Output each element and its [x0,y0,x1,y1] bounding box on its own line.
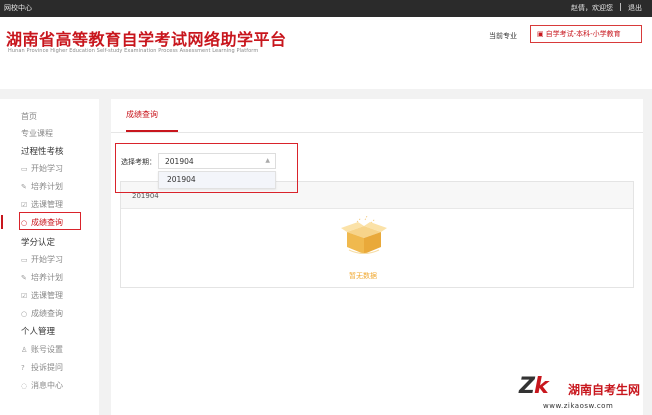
score-panel: 201904 暂无数据 [120,181,634,288]
major-button-label: 自学考试-本科-小学教育 [545,30,621,38]
main-content: 成绩查询 选择考期： 201904 暂无数据 201904 ▲ 201904 [111,99,643,415]
sidebar-item-home[interactable]: 首页 [21,111,37,122]
highlight-box-select [115,143,298,193]
sidebar-group-personal[interactable]: 个人管理 [21,325,55,337]
user-icon: ♙ [21,346,28,354]
sidebar-item-credit-study[interactable]: ▭ 开始学习 [21,254,63,265]
panel-term: 201904 [132,192,159,200]
sidebar-item-credit-course[interactable]: ☑ 选课管理 [21,290,63,301]
sidebar-item-messages[interactable]: ◌ 消息中心 [21,380,63,391]
major-button[interactable]: ▣ 自学考试-本科-小学教育 [530,25,642,43]
watermark-url: www.zikaosw.com [543,402,614,410]
watermark-name: 湖南自考生网 [568,383,641,397]
user-area: 赵倩，欢迎您 退出 [571,3,642,13]
greeting-text: 赵倩，欢迎您 [571,4,613,12]
platform-title: 湖南省高等教育自学考试网络助学平台 [6,30,287,49]
sidebar-item-credit-plan[interactable]: ✎ 培养计划 [21,272,63,283]
current-major-label: 当前专业 [489,32,517,40]
sidebar-item-courses[interactable]: 专业课程 [21,128,53,139]
monitor-icon: ▭ [21,256,28,264]
tabs-divider [111,132,643,133]
watermark-logo: Zk [519,374,549,399]
checkbox-icon: ☑ [21,201,28,209]
question-icon: ? [21,364,25,372]
pin-icon: ✎ [21,183,27,191]
tab-score-query[interactable]: 成绩查询 [126,109,158,120]
logout-link[interactable]: 退出 [628,4,642,12]
site-watermark: Zk 湖南自考生网 www.zikaosw.com [519,374,652,415]
top-bar: 网校中心 赵倩，欢迎您 退出 [0,0,652,17]
divider [620,3,621,11]
platform-subtitle: Hunan Province Higher Education Self-stu… [8,48,259,54]
sidebar-item-process-plan[interactable]: ✎ 培养计划 [21,181,63,192]
highlight-box-sidebar [19,212,81,230]
pin-icon: ✎ [21,274,27,282]
search-icon: ○ [21,310,28,318]
sidebar-item-complaint[interactable]: ? 投诉提问 [21,362,63,373]
sidebar: 首页 专业课程 过程性考核 ▭ 开始学习 ✎ 培养计划 ☑ 选课管理 ○ 成绩查询 学分… [0,99,99,415]
monitor-icon: ▭ [21,165,28,173]
empty-state-text: 暂无数据 [349,272,377,280]
book-icon: ▣ [537,30,544,38]
home-link[interactable]: 网校中心 [4,3,32,13]
sidebar-item-credit-score[interactable]: ○ 成绩查询 [21,308,63,319]
sidebar-group-process[interactable]: 过程性考核 [21,145,64,157]
sidebar-group-credit[interactable]: 学分认定 [21,236,55,248]
sidebar-item-process-course[interactable]: ☑ 选课管理 [21,199,63,210]
sidebar-item-account[interactable]: ♙ 账号设置 [21,344,63,355]
active-indicator [1,215,3,229]
chat-icon: ◌ [21,382,28,390]
checkbox-icon: ☑ [21,292,28,300]
empty-box-icon [341,216,387,254]
sidebar-item-process-study[interactable]: ▭ 开始学习 [21,163,63,174]
